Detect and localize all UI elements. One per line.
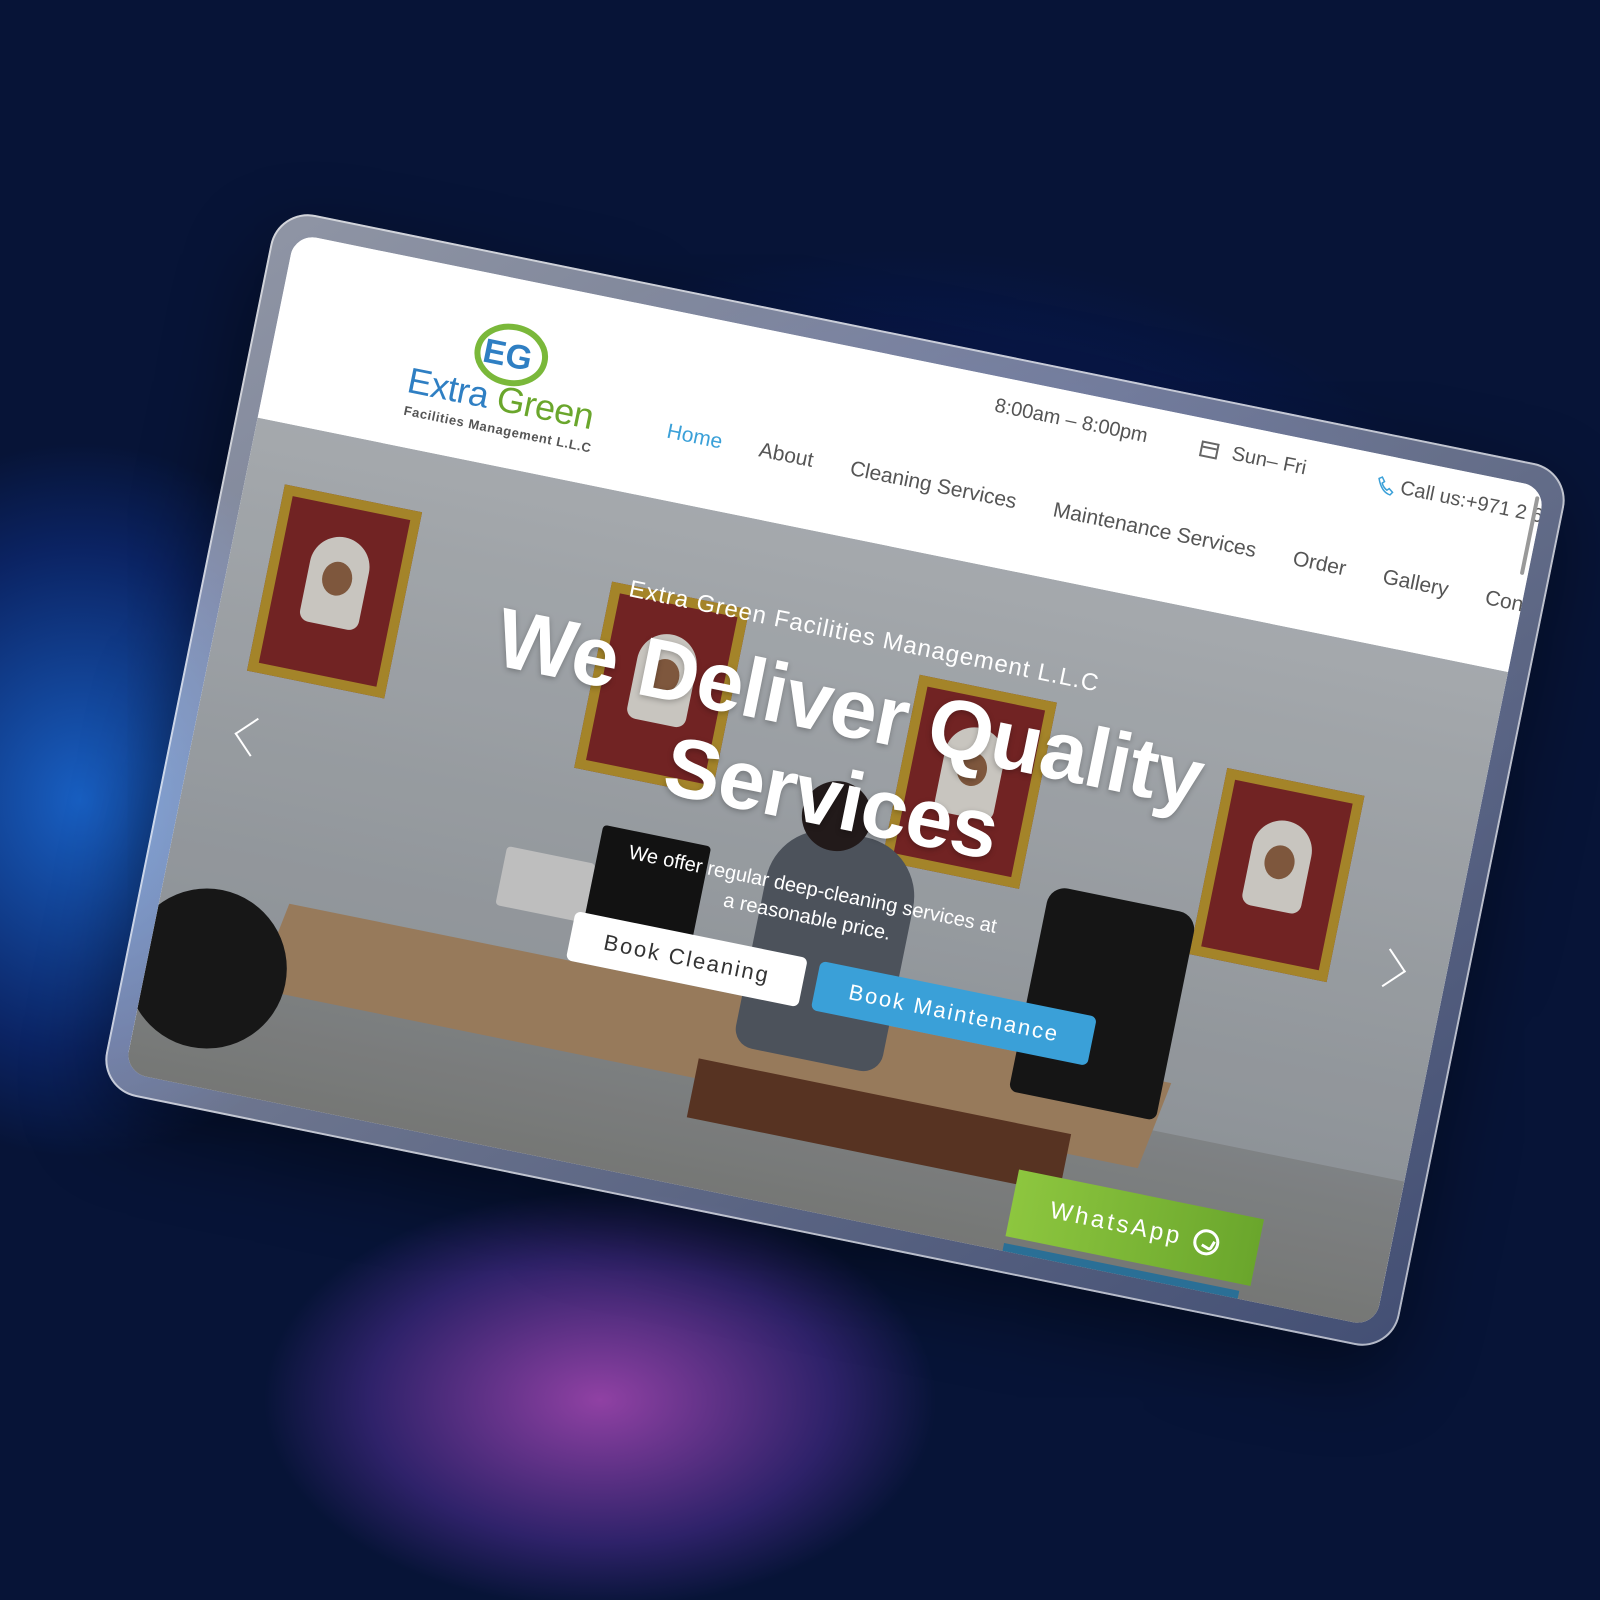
nav-gallery[interactable]: Gallery xyxy=(1381,565,1451,602)
phone-text: Call us:+971 2 667 007 xyxy=(1398,477,1546,540)
nav-maintenance-services[interactable]: Maintenance Services xyxy=(1051,498,1258,563)
phone-icon xyxy=(1378,475,1394,496)
whatsapp-icon xyxy=(1191,1227,1222,1258)
calendar-icon xyxy=(1198,439,1220,460)
tablet-frame: EG Extra Green Facilities Management L.L… xyxy=(98,207,1572,1353)
chat-icon xyxy=(1044,1271,1073,1298)
nav-cleaning-services[interactable]: Cleaning Services xyxy=(848,457,1018,514)
opening-days: Sun– Fri xyxy=(1198,436,1308,480)
browser-viewport: EG Extra Green Facilities Management L.L… xyxy=(124,233,1546,1327)
opening-hours: 8:00am – 8:00pm xyxy=(992,394,1150,448)
chat-label: Let's Chat! xyxy=(1079,1276,1188,1323)
phone-link[interactable]: Call us:+971 2 667 007 xyxy=(1375,472,1546,540)
nav-home[interactable]: Home xyxy=(665,420,724,455)
nav-order[interactable]: Order xyxy=(1291,547,1348,581)
opening-days-text: Sun– Fri xyxy=(1229,442,1309,480)
whatsapp-label: WhatsApp xyxy=(1047,1196,1185,1251)
nav-about[interactable]: About xyxy=(757,439,815,473)
nav-contact[interactable]: Contact xyxy=(1483,586,1545,624)
